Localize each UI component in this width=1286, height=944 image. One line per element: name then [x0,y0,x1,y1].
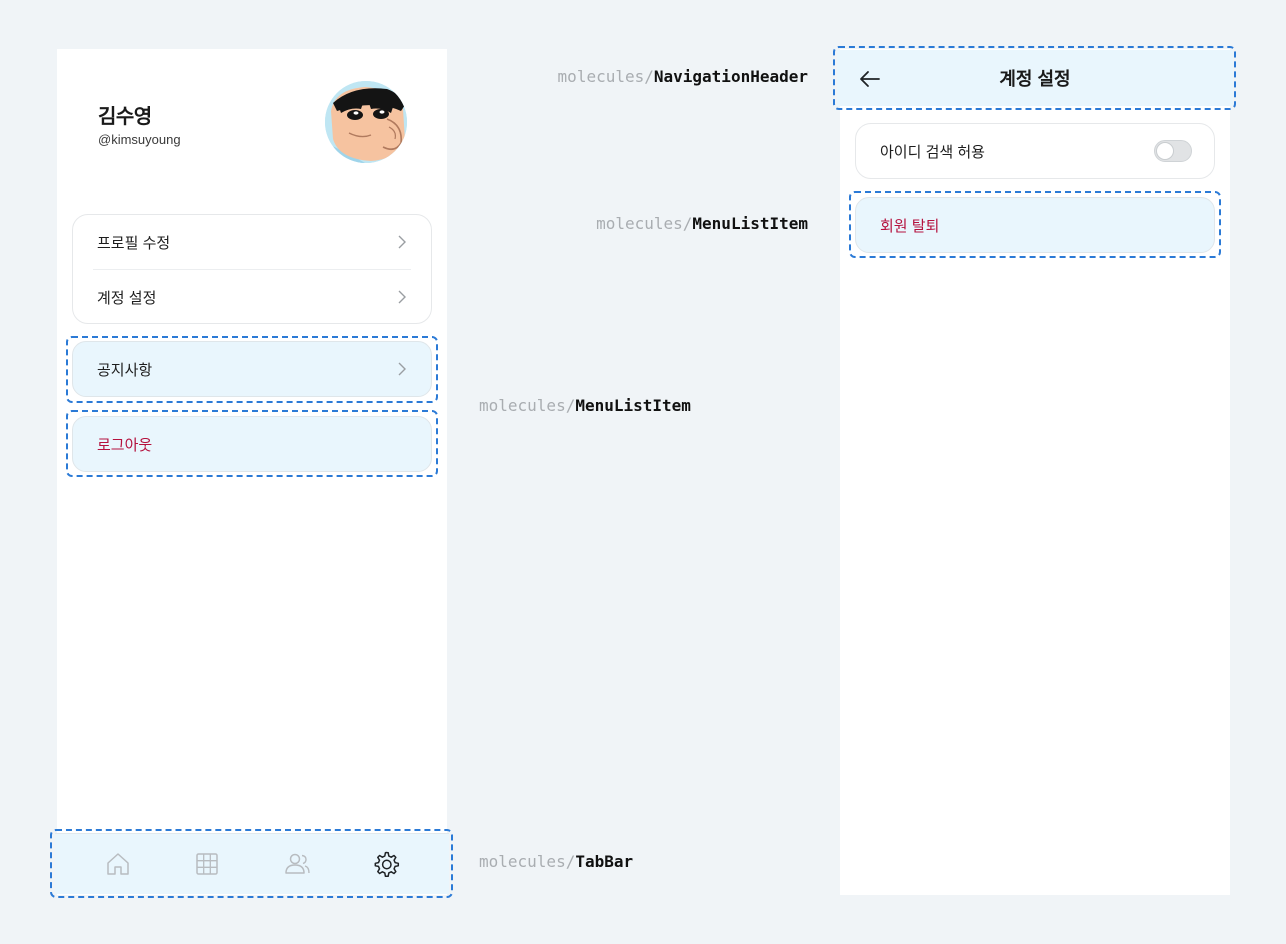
menu-item-edit-profile[interactable]: 프로필 수정 [73,215,431,269]
settings-icon [374,851,400,877]
home-icon [107,853,129,875]
id-search-label: 아이디 검색 허용 [880,143,985,161]
menu-item-label: 계정 설정 [97,289,157,307]
withdraw-label: 회원 탈퇴 [880,217,940,235]
tab-bar [55,833,449,894]
annotation-menu-list-item: molecules/MenuListItem [596,214,808,233]
menu-item-account-settings[interactable]: 계정 설정 [73,270,431,324]
withdraw-button[interactable]: 회원 탈퇴 [855,197,1215,253]
users-icon [285,853,310,874]
profile-handle: @kimsuyoung [98,132,181,147]
annotation-navigation-header: molecules/NavigationHeader [557,67,808,86]
menu-item-notice[interactable]: 공지사항 [72,341,432,397]
logout-button[interactable]: 로그아웃 [72,416,432,472]
logout-label: 로그아웃 [97,436,153,454]
tab-people[interactable] [283,850,311,878]
avatar[interactable] [325,81,407,163]
grid-icon [196,853,218,875]
profile-name: 김수영 [98,106,152,128]
avatar-illustration [325,81,407,163]
menu-item-label: 공지사항 [97,361,153,379]
navigation-header: 계정 설정 [837,50,1233,106]
tab-settings[interactable] [372,850,400,878]
annotation-menu-list-item: molecules/MenuListItem [479,396,691,415]
id-search-toggle[interactable] [1154,140,1192,162]
toggle-knob [1156,142,1174,160]
tab-home[interactable] [104,850,132,878]
id-search-setting: 아이디 검색 허용 [855,123,1215,179]
annotation-tab-bar: molecules/TabBar [479,852,634,871]
menu-item-label: 프로필 수정 [97,234,171,252]
chevron-right-icon [398,362,406,376]
page-title: 계정 설정 [999,69,1071,89]
chevron-right-icon [398,290,406,304]
tab-grid[interactable] [193,850,221,878]
profile-menu-group: 프로필 수정 계정 설정 [72,214,432,324]
chevron-right-icon [398,235,406,249]
